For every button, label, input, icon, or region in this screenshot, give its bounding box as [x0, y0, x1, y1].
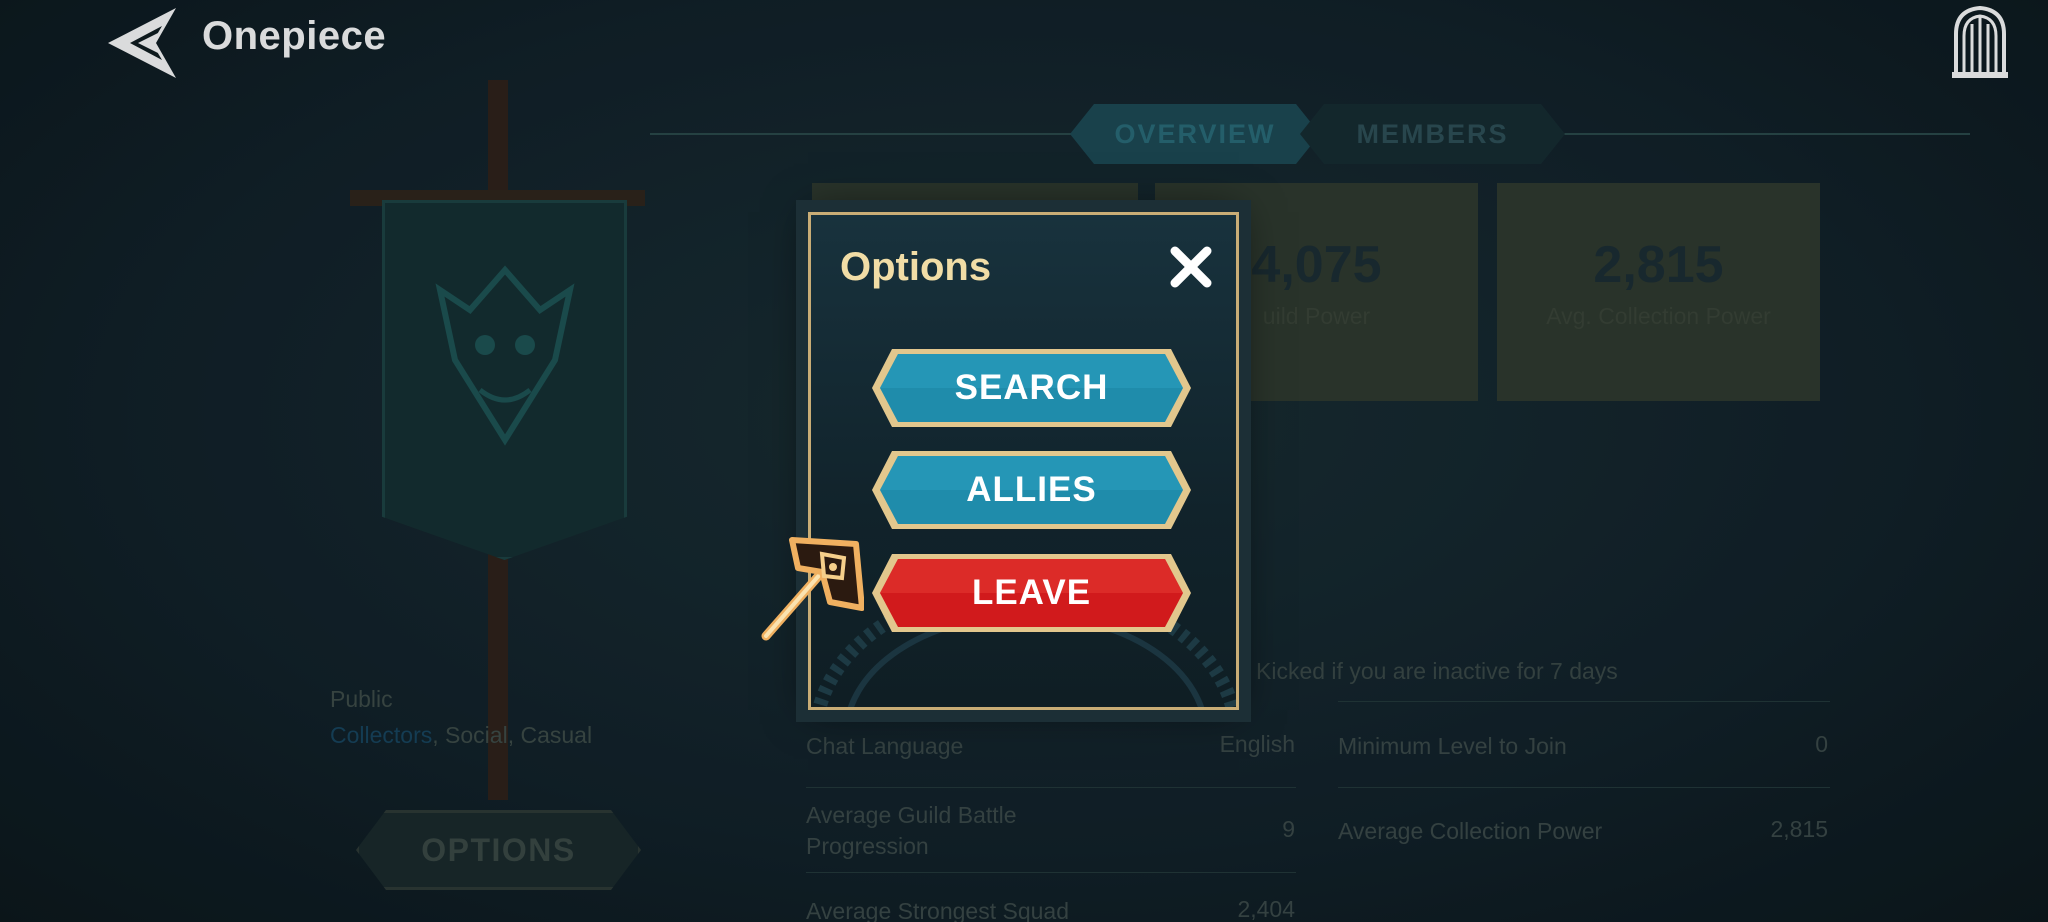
search-label: SEARCH: [954, 368, 1109, 407]
close-x-icon[interactable]: [1167, 243, 1215, 291]
leave-button[interactable]: LEAVE: [870, 552, 1193, 634]
modal-title: Options: [840, 245, 992, 289]
guild-overview-screen: Onepiece OVERVIEW MEMBERS Public Collect…: [0, 0, 2048, 922]
allies-button[interactable]: ALLIES: [870, 449, 1193, 531]
search-button[interactable]: SEARCH: [870, 347, 1193, 429]
tutorial-pointer-icon: [752, 532, 865, 644]
leave-label: LEAVE: [971, 573, 1092, 612]
allies-label: ALLIES: [966, 470, 1097, 509]
options-modal: Options SEARCH ALLIES LEAVE: [808, 212, 1239, 710]
